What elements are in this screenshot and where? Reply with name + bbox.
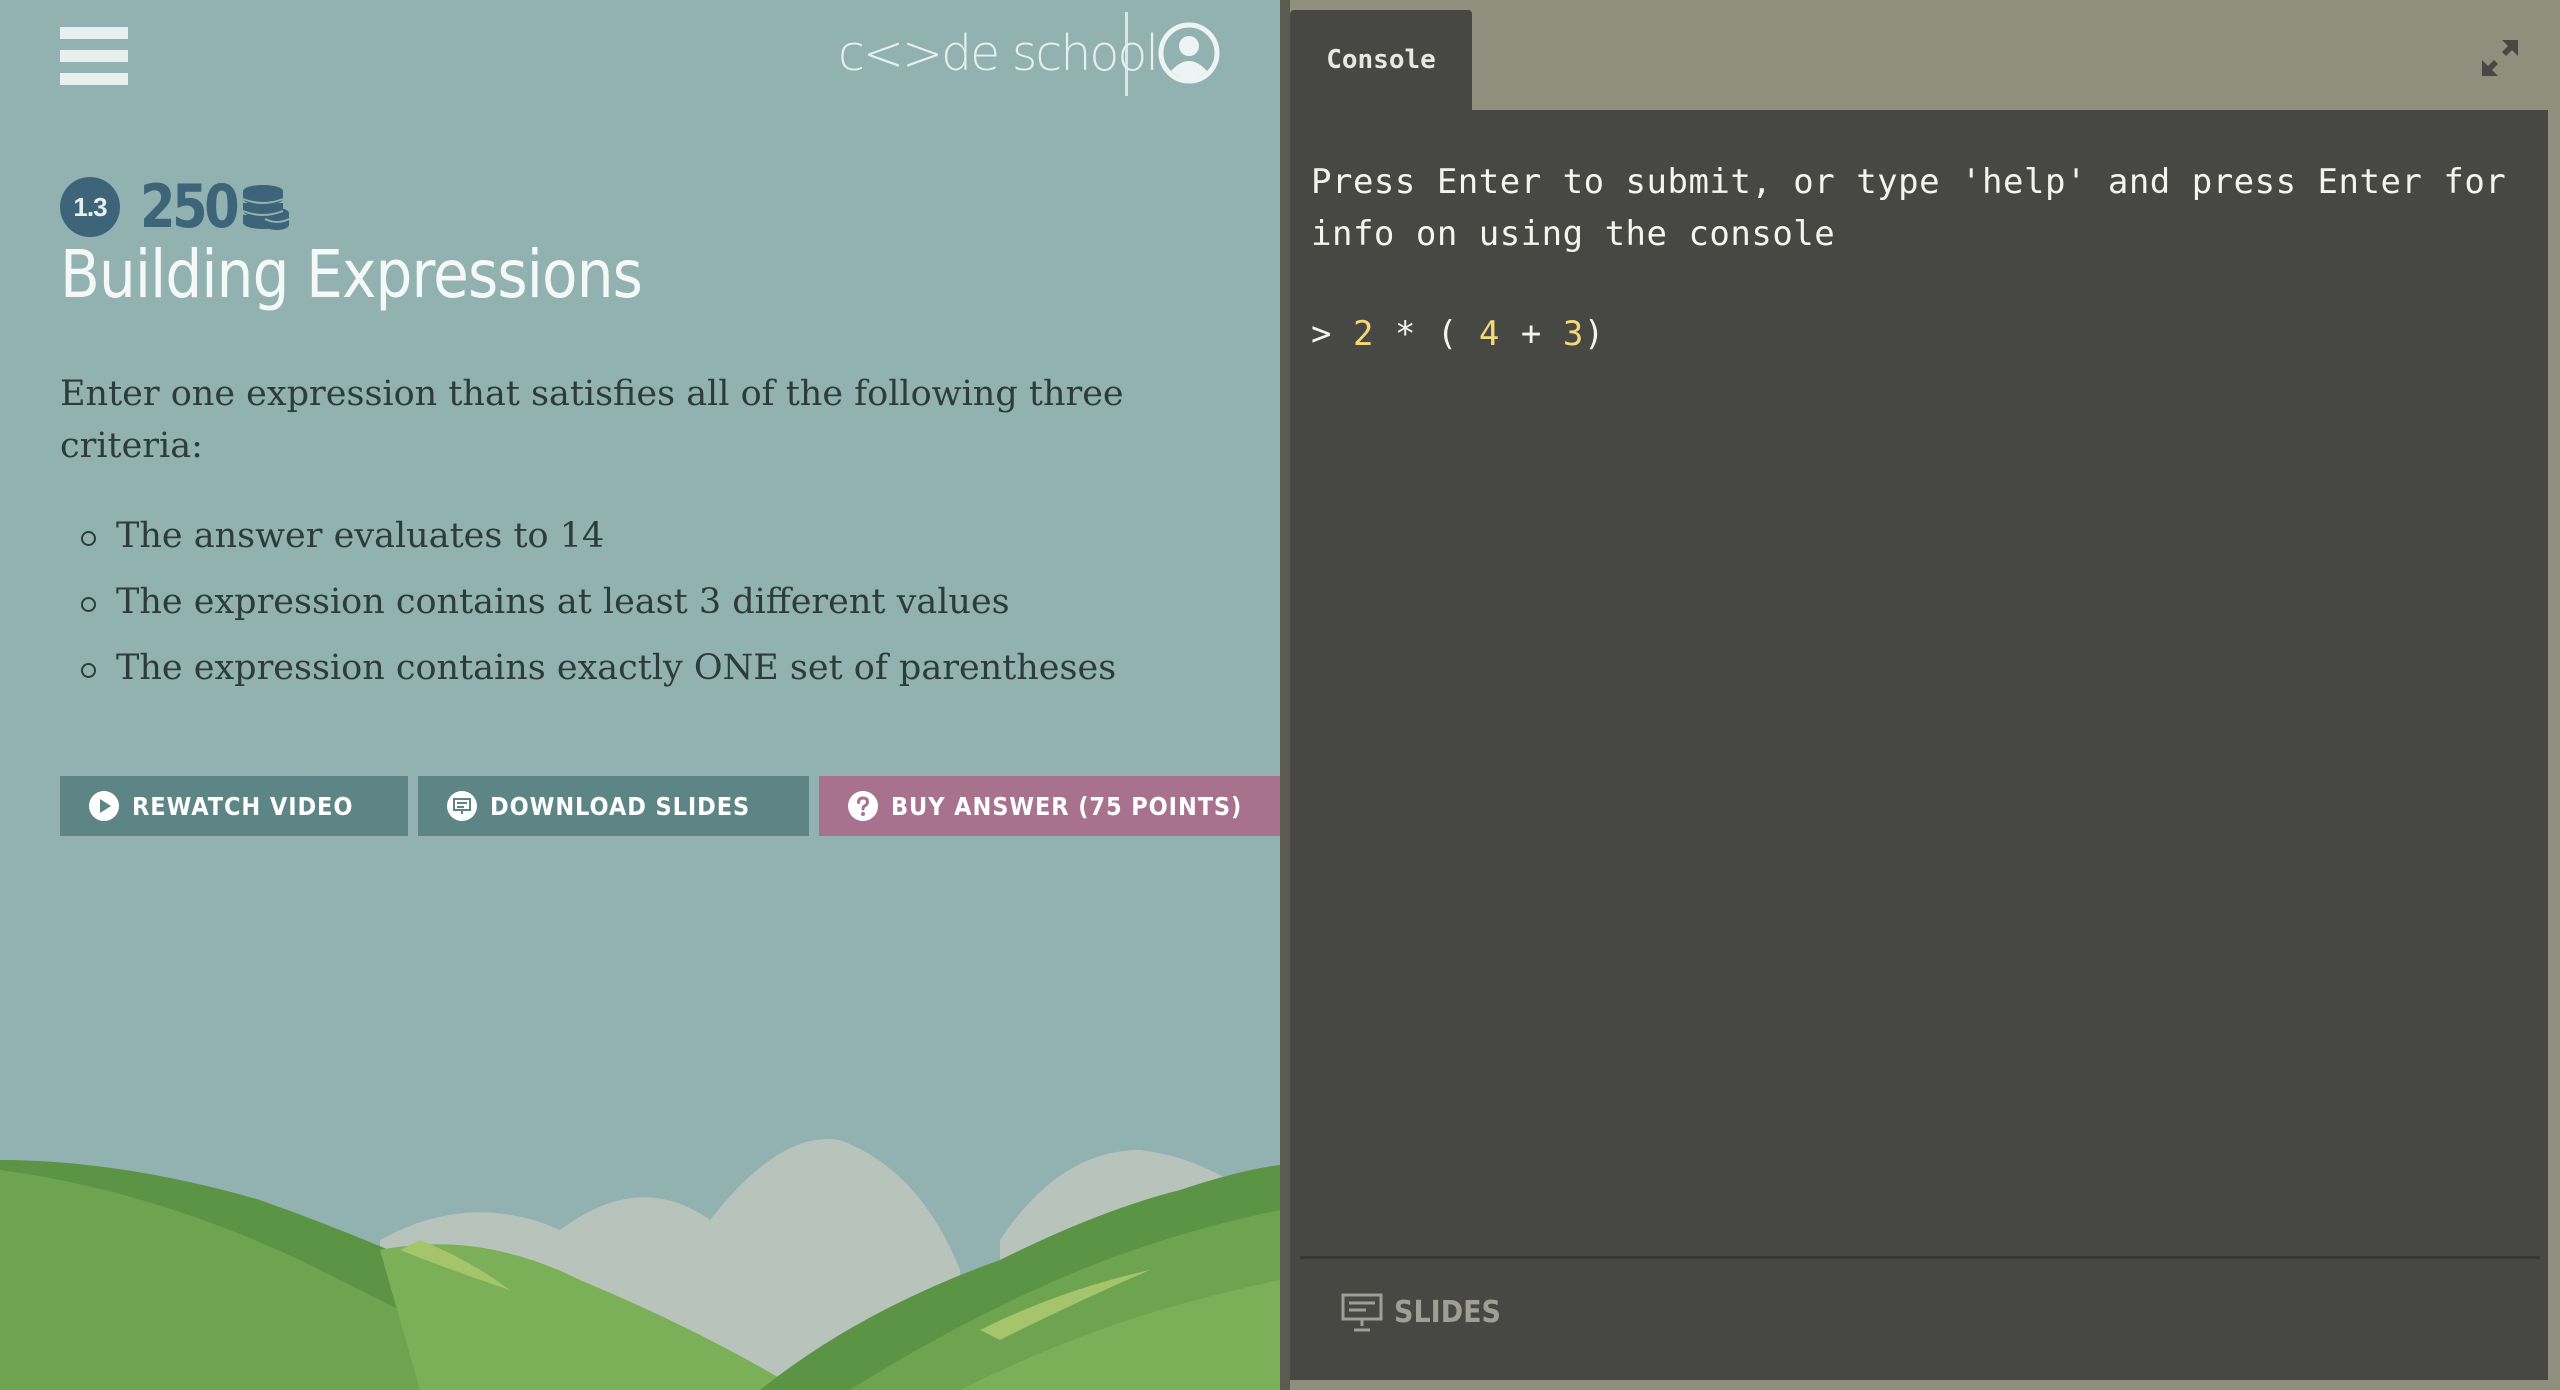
- console-output-area[interactable]: Press Enter to submit, or type 'help' an…: [1290, 110, 2548, 1380]
- rewatch-video-label: REWATCH VIDEO: [132, 791, 354, 821]
- download-slides-label: DOWNLOAD SLIDES: [489, 791, 751, 821]
- tab-console[interactable]: Console: [1290, 10, 1472, 110]
- level-badge: 1.3: [60, 177, 120, 237]
- console-panel: Console Press Enter to submit, or type '…: [1290, 0, 2560, 1390]
- console-token: 4: [1478, 314, 1500, 354]
- points-value: 250: [140, 172, 240, 242]
- coin-stack-icon: [242, 185, 290, 230]
- criterion-text: The expression contains at least 3 diffe…: [116, 582, 1010, 622]
- panel-divider[interactable]: [1280, 0, 1290, 1390]
- criterion-text: The expression contains exactly ONE set …: [116, 648, 1117, 688]
- hamburger-menu-icon[interactable]: [60, 27, 128, 85]
- buy-answer-button[interactable]: BUY ANSWER (75 POINTS): [818, 776, 1280, 836]
- slides-label: SLIDES: [1394, 1294, 1502, 1330]
- header-divider: [1125, 12, 1128, 96]
- console-token: 3: [1562, 314, 1584, 354]
- prompt-symbol: >: [1311, 314, 1332, 354]
- bullet-icon: [81, 531, 96, 546]
- criteria-list: The answer evaluates to 14 The expressio…: [60, 508, 1116, 706]
- list-item: The expression contains exactly ONE set …: [60, 640, 1116, 706]
- user-account-icon[interactable]: [1157, 21, 1221, 85]
- bullet-icon: [81, 597, 96, 612]
- buy-answer-label: BUY ANSWER (75 POINTS): [890, 791, 1243, 821]
- list-item: The answer evaluates to 14: [60, 508, 1116, 574]
- slides-icon: [446, 791, 477, 821]
- list-item: The expression contains at least 3 diffe…: [60, 574, 1116, 640]
- challenge-title: Building Expressions: [60, 236, 643, 313]
- bullet-icon: [81, 663, 96, 678]
- code-school-logo[interactable]: c<>de school: [838, 18, 1159, 90]
- level-points-row: 1.3 250: [60, 172, 291, 242]
- slides-button[interactable]: SLIDES: [1340, 1292, 1513, 1332]
- console-token: (: [1436, 314, 1458, 354]
- console-token: *: [1394, 314, 1416, 354]
- action-buttons: REWATCH VIDEO DOWNLOAD SLIDES BUY ANSWER…: [60, 776, 1280, 836]
- console-input-line[interactable]: > 2 * ( 4 + 3): [1311, 308, 1605, 360]
- console-divider: [1300, 1256, 2540, 1259]
- download-slides-button[interactable]: DOWNLOAD SLIDES: [417, 776, 809, 836]
- challenge-instructions: Enter one expression that satisfies all …: [60, 374, 1124, 466]
- play-icon: [89, 791, 119, 821]
- presentation-icon: [1341, 1293, 1383, 1332]
- criterion-text: The answer evaluates to 14: [116, 516, 605, 556]
- console-token: ): [1583, 314, 1605, 354]
- console-token: +: [1520, 314, 1542, 354]
- help-icon: [847, 791, 878, 821]
- challenge-panel: c<>de school 1.3 250 Building Expression…: [0, 0, 1280, 1390]
- landscape-illustration: [0, 1139, 1280, 1390]
- expand-arrows-icon[interactable]: [2478, 36, 2522, 80]
- rewatch-video-button[interactable]: REWATCH VIDEO: [60, 776, 408, 836]
- console-help-text: Press Enter to submit, or type 'help' an…: [1311, 162, 2507, 254]
- console-token: 2: [1352, 314, 1374, 354]
